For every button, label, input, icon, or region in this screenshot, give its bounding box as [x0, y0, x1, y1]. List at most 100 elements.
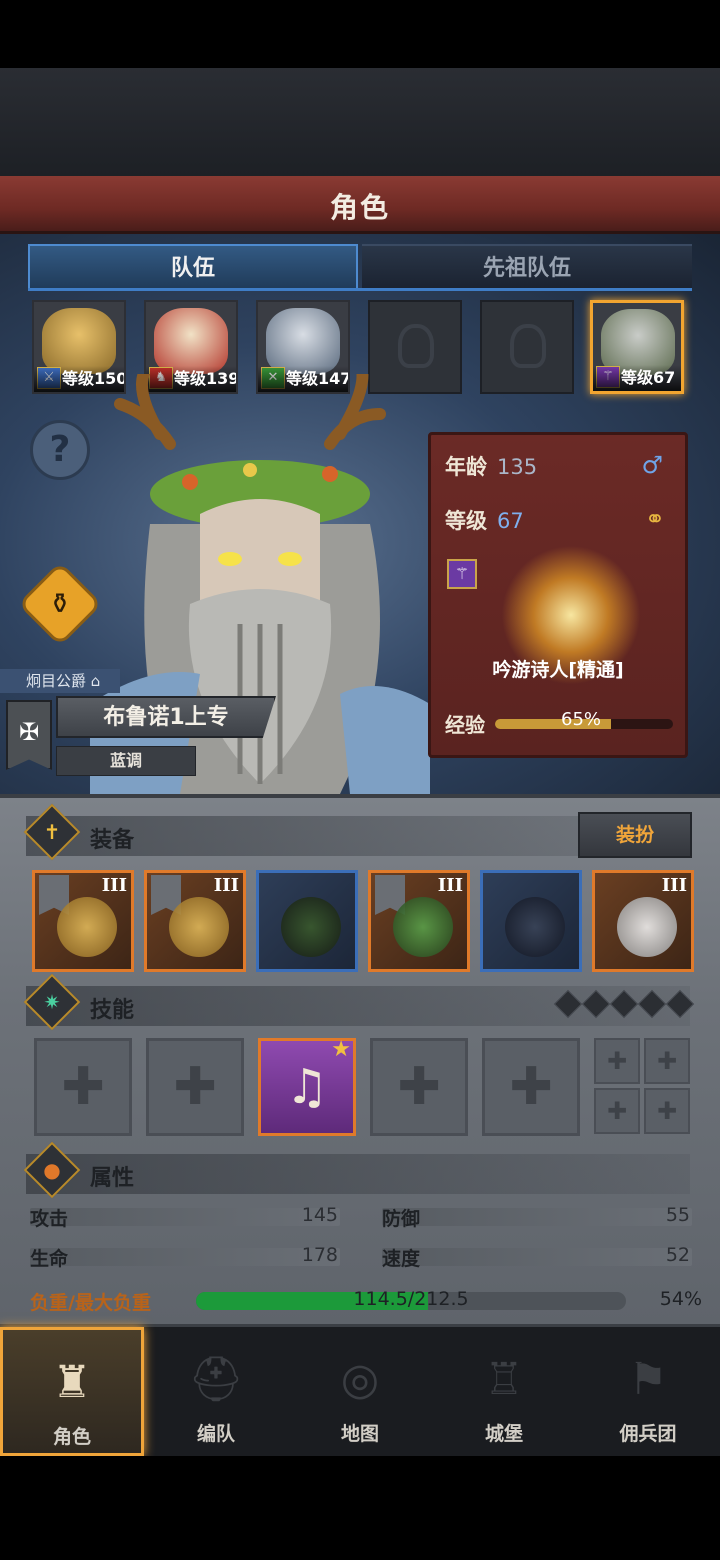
equip-slot-weapon[interactable]: III [32, 870, 134, 972]
staff-icon: ⚚ [447, 559, 477, 589]
party-level: 等级67 [593, 365, 681, 391]
equip-slot-head[interactable] [256, 870, 358, 972]
age-label: 年龄 [445, 455, 487, 479]
nav-map[interactable]: ◎ 地图 [288, 1327, 432, 1456]
level-label: 等级 [445, 509, 487, 533]
passive-slot-1[interactable]: ✚ [594, 1038, 640, 1084]
ring-accessory-icon [617, 897, 677, 957]
tab-underline [28, 288, 692, 291]
party-slot-5[interactable] [480, 300, 574, 394]
status-area [0, 0, 720, 68]
nav-formation[interactable]: ⛑ 编队 [144, 1327, 288, 1456]
equip-slot-accessory[interactable]: III [592, 870, 694, 972]
class-name: 吟游诗人[精通] [492, 659, 624, 681]
nav-label: 角色 [52, 1426, 91, 1448]
dress-up-button[interactable]: 装扮 [578, 812, 692, 858]
crest-icon: ✠ [18, 718, 40, 746]
skills-label: 技能 [90, 998, 135, 1023]
diamond-slot-icon [553, 989, 583, 1019]
banner-icon[interactable]: ✠ [6, 700, 52, 770]
age-value: 135 [497, 455, 538, 479]
diamond-slot-icon [637, 989, 667, 1019]
diamond-slot-icon [609, 989, 639, 1019]
character-name-box[interactable]: 布鲁诺1上专 [56, 696, 276, 738]
tune-box: 蓝调 [56, 746, 196, 776]
defense-label: 防御 [382, 1208, 421, 1230]
attributes-label: 属性 [90, 1166, 135, 1191]
tier-label: III [661, 875, 687, 896]
diamond-slot-icon [665, 989, 695, 1019]
hood-icon [281, 897, 341, 957]
rank-title: 炯目公爵 ⌂ [0, 669, 120, 693]
skill-slot-5[interactable]: ✚ [482, 1038, 580, 1136]
nav-label: 编队 [196, 1423, 235, 1445]
nav-label: 地图 [340, 1423, 379, 1445]
level-row: 等级 67 [445, 505, 524, 535]
character-info-panel: 年龄 135 ♂ 等级 67 ⚭ ⚚ 吟游诗人[精通] 经验 65% [428, 432, 688, 758]
empty-helmet-icon [398, 324, 434, 368]
boots-icon [505, 897, 565, 957]
skill-slot-3[interactable]: ♫ ★ [258, 1038, 356, 1136]
equip-slot-armor[interactable]: III [368, 870, 470, 972]
empty-cross-icon: ✚ [397, 1057, 441, 1117]
skill-slot-2[interactable]: ✚ [146, 1038, 244, 1136]
party-slot-6[interactable]: ⚚ 等级67 [590, 300, 684, 394]
male-icon: ♂ [641, 451, 663, 479]
tier-label: III [101, 875, 127, 896]
equip-slot-boots[interactable] [480, 870, 582, 972]
speed-value: 52 [665, 1244, 690, 1266]
empty-cross-icon: ✚ [61, 1057, 105, 1117]
rank-up-icon: ⌂ [90, 672, 101, 690]
compass-icon: ◎ [340, 1354, 380, 1405]
empty-cross-icon: ✚ [606, 1047, 628, 1075]
tab-party[interactable]: 队伍 [28, 244, 358, 290]
potion-icon: ⚱ [48, 587, 72, 620]
detail-panel: ✝ 装备 装扮 III III III III ✷ 技能 ✚ ✚ ♫ ★ ✚ ✚ … [0, 794, 720, 1324]
harp-icon [169, 897, 229, 957]
equipment-label: 装备 [90, 828, 135, 853]
passive-slot-4[interactable]: ✚ [644, 1088, 690, 1134]
castle-icon: ♖ [484, 1354, 524, 1405]
nav-character[interactable]: ♜ 角色 [0, 1327, 144, 1456]
title-bar: 角色 [0, 176, 720, 234]
load-value: 114.5/212.5 [353, 1288, 469, 1310]
nav-castle[interactable]: ♖ 城堡 [432, 1327, 576, 1456]
bottom-nav: ♜ 角色 ⛑ 编队 ◎ 地图 ♖ 城堡 ⚑ 佣兵团 [0, 1324, 720, 1456]
star-burst-icon: ✷ [23, 973, 81, 1031]
tier-label: III [437, 875, 463, 896]
character-name: 布鲁诺1上专 [103, 705, 229, 730]
skill-slot-4[interactable]: ✚ [370, 1038, 468, 1136]
hero-portrait [154, 308, 228, 374]
skill-slot-1[interactable]: ✚ [34, 1038, 132, 1136]
attack-value: 145 [301, 1204, 338, 1226]
empty-cross-icon: ✚ [656, 1097, 678, 1125]
empty-cross-icon: ✚ [656, 1047, 678, 1075]
passive-slot-2[interactable]: ✚ [644, 1038, 690, 1084]
hero-portrait [266, 308, 340, 374]
mercenary-icon: ⚑ [628, 1354, 668, 1405]
help-icon[interactable]: ? [30, 420, 90, 480]
age-row: 年龄 135 [445, 451, 537, 481]
cross-icon: ✝ [23, 803, 81, 861]
nav-label: 佣兵团 [619, 1423, 677, 1445]
attributes-header: ● 属性 [23, 1141, 690, 1199]
character-hero: 队伍 先祖队伍 ⚔ 等级150 ♞ 等级139 ✕ 等级147 ⚚ 等级67 ?… [0, 234, 720, 794]
harp-icon [57, 897, 117, 957]
top-backdrop [0, 68, 720, 176]
hp-label: 生命 [30, 1248, 69, 1270]
load-label: 负重/最大负重 [30, 1292, 151, 1314]
hp-value: 178 [301, 1244, 338, 1266]
diamond-slot-icon [581, 989, 611, 1019]
nav-mercenary[interactable]: ⚑ 佣兵团 [576, 1327, 720, 1456]
level-value: 67 [497, 509, 524, 533]
empty-cross-icon: ✚ [509, 1057, 553, 1117]
passive-slot-3[interactable]: ✚ [594, 1088, 640, 1134]
knight-icon: ♜ [52, 1357, 92, 1408]
tab-ancestor-party[interactable]: 先祖队伍 [362, 244, 692, 290]
rings-icon[interactable]: ⚭ [645, 505, 665, 533]
nav-label: 城堡 [484, 1423, 523, 1445]
tier-label: III [213, 875, 239, 896]
equip-slot-offhand[interactable]: III [144, 870, 246, 972]
skill-gem-slots [553, 989, 695, 1019]
rank-title-text: 炯目公爵 [26, 672, 87, 690]
